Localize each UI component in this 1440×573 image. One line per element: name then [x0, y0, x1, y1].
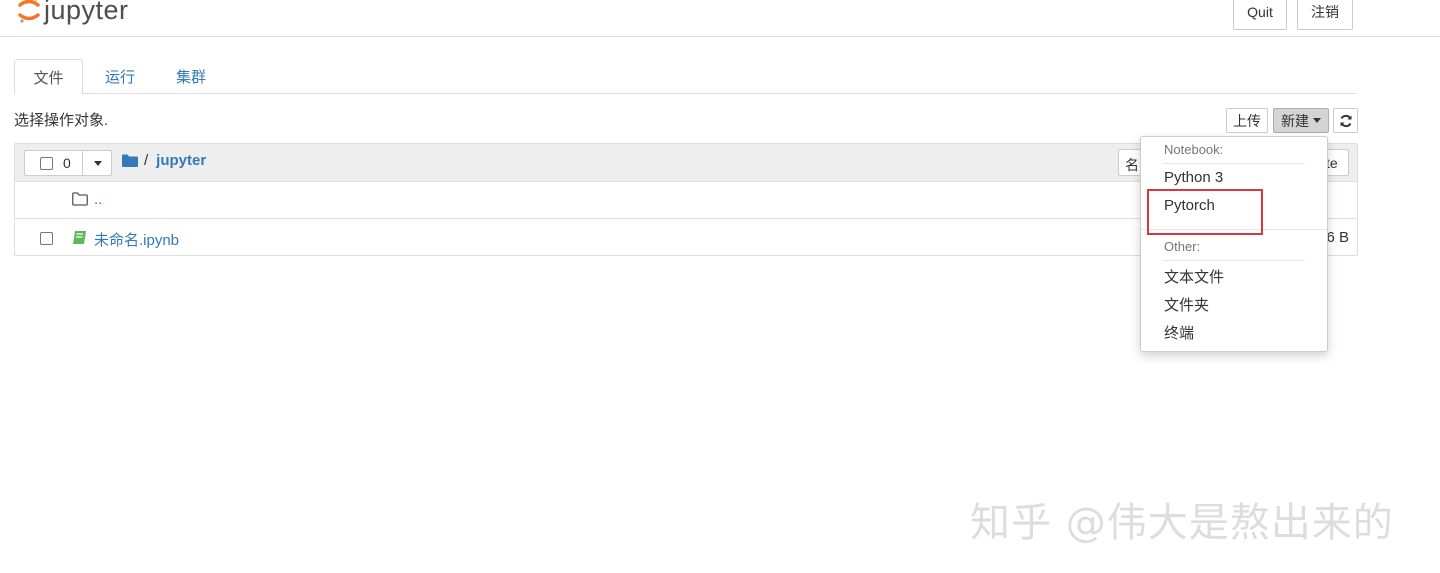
watermark: 知乎 @伟大是熬出来的: [970, 500, 1394, 546]
new-button-label: 新建: [1281, 112, 1309, 129]
menu-item-folder[interactable]: 文件夹: [1164, 294, 1209, 315]
highlight-box: [1147, 189, 1263, 235]
breadcrumb-current-folder[interactable]: jupyter: [156, 152, 206, 169]
tab-running[interactable]: 运行: [102, 59, 138, 94]
parent-dir-link[interactable]: ..: [94, 191, 102, 208]
tab-files[interactable]: 文件: [14, 59, 83, 95]
logout-button[interactable]: 注销: [1297, 0, 1353, 30]
quit-button[interactable]: Quit: [1233, 0, 1287, 30]
top-header: jupyter Quit 注销: [0, 0, 1440, 37]
jupyter-logo-icon: [18, 0, 40, 23]
new-dropdown-button[interactable]: 新建: [1273, 108, 1329, 133]
file-checkbox[interactable]: [40, 232, 53, 245]
breadcrumb: / jupyter: [122, 152, 206, 169]
folder-filled-icon[interactable]: [122, 154, 138, 167]
refresh-icon: [1340, 114, 1351, 127]
menu-header-notebook: Notebook:: [1164, 142, 1224, 157]
caret-down-icon: [93, 160, 102, 166]
refresh-button[interactable]: [1333, 108, 1358, 133]
menu-item-python3[interactable]: Python 3: [1164, 169, 1223, 186]
menu-divider: [1164, 163, 1305, 164]
sort-by-size-button[interactable]: te: [1325, 149, 1349, 176]
menu-header-other: Other:: [1164, 239, 1201, 254]
select-hint-text: 选择操作对象.: [14, 112, 109, 129]
logo-text: jupyter: [44, 0, 129, 25]
selected-count: 0: [63, 155, 71, 171]
new-dropdown-menu: Notebook: Python 3 Pytorch Other: 文本文件 文…: [1140, 136, 1328, 352]
caret-down-icon: [1313, 118, 1321, 123]
select-menu-button[interactable]: [82, 150, 112, 176]
upload-button[interactable]: 上传: [1226, 108, 1268, 133]
file-name-link[interactable]: 未命名.ipynb: [94, 229, 179, 250]
tab-bar: 文件 运行 集群: [14, 59, 1357, 95]
select-all-checkbox[interactable]: [40, 157, 53, 170]
menu-item-text-file[interactable]: 文本文件: [1164, 266, 1224, 287]
menu-divider: [1164, 260, 1305, 261]
menu-item-terminal[interactable]: 终端: [1164, 322, 1194, 343]
tab-clusters[interactable]: 集群: [173, 59, 209, 94]
breadcrumb-separator: /: [144, 152, 149, 169]
file-size: 6 B: [1326, 229, 1349, 246]
select-all-group: 0: [24, 150, 112, 176]
jupyter-logo[interactable]: jupyter: [18, 0, 129, 28]
sort-by-name-button[interactable]: 名: [1118, 149, 1142, 176]
notebook-icon: [73, 231, 86, 244]
folder-outline-icon: [72, 192, 88, 206]
